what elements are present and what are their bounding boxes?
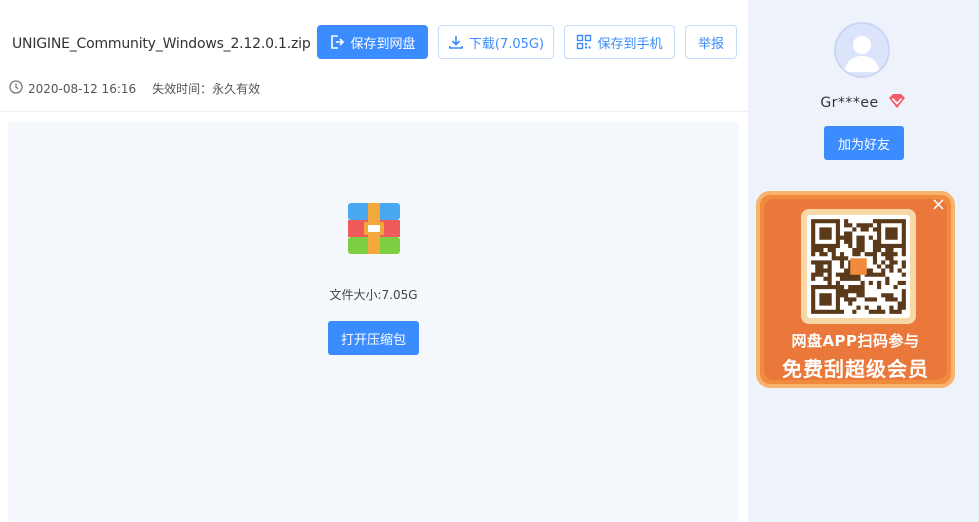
- save-icon: [329, 34, 345, 50]
- save-to-disk-label: 保存到网盘: [350, 36, 416, 52]
- close-icon[interactable]: ×: [931, 196, 946, 214]
- promo-inner: 网盘APP扫码参与 免费刮超级会员: [764, 199, 947, 381]
- download-button[interactable]: 下载(7.05G): [438, 25, 554, 59]
- zip-archive-icon: [348, 203, 400, 254]
- report-button[interactable]: 举报: [685, 25, 737, 59]
- add-friend-button[interactable]: 加为好友: [824, 126, 904, 160]
- file-preview-area: 文件大小:7.05G 打开压缩包: [8, 122, 739, 522]
- sidebar: Gr***ee 加为好友 网盘APP扫码参与 免费刮超级会员 ×: [748, 0, 979, 522]
- save-to-disk-button[interactable]: 保存到网盘: [317, 25, 428, 59]
- save-to-phone-label: 保存到手机: [597, 36, 663, 52]
- open-archive-button[interactable]: 打开压缩包: [328, 321, 419, 355]
- qrcode-icon: [576, 34, 592, 50]
- download-label: 下载(7.05G): [468, 36, 545, 52]
- username-row: Gr***ee: [748, 93, 979, 113]
- file-name: UNIGINE_Community_Windows_2.12.0.1.zip: [12, 36, 311, 52]
- username: Gr***ee: [820, 95, 879, 111]
- report-label: 举报: [697, 36, 724, 52]
- divider: [0, 111, 748, 112]
- clock-icon: [9, 80, 23, 97]
- main-panel: UNIGINE_Community_Windows_2.12.0.1.zip 保…: [0, 0, 748, 522]
- qr-code-image: [807, 215, 910, 318]
- file-size-label: 文件大小:7.05G: [329, 288, 418, 302]
- expire-time: 失效时间：永久有效: [152, 82, 261, 96]
- promo-banner[interactable]: 网盘APP扫码参与 免费刮超级会员 ×: [756, 191, 955, 388]
- download-icon: [448, 34, 464, 50]
- save-to-phone-button[interactable]: 保存到手机: [564, 25, 675, 59]
- file-meta: 2020-08-12 16:16 失效时间：永久有效: [9, 80, 260, 97]
- promo-line-1: 网盘APP扫码参与: [791, 332, 920, 350]
- qr-frame: [801, 209, 916, 324]
- user-avatar-icon[interactable]: [834, 22, 890, 78]
- share-page: UNIGINE_Community_Windows_2.12.0.1.zip 保…: [0, 0, 979, 522]
- promo-line-2: 免费刮超级会员: [782, 357, 929, 381]
- vip-diamond-icon: [887, 93, 907, 113]
- share-date: 2020-08-12 16:16: [28, 81, 137, 96]
